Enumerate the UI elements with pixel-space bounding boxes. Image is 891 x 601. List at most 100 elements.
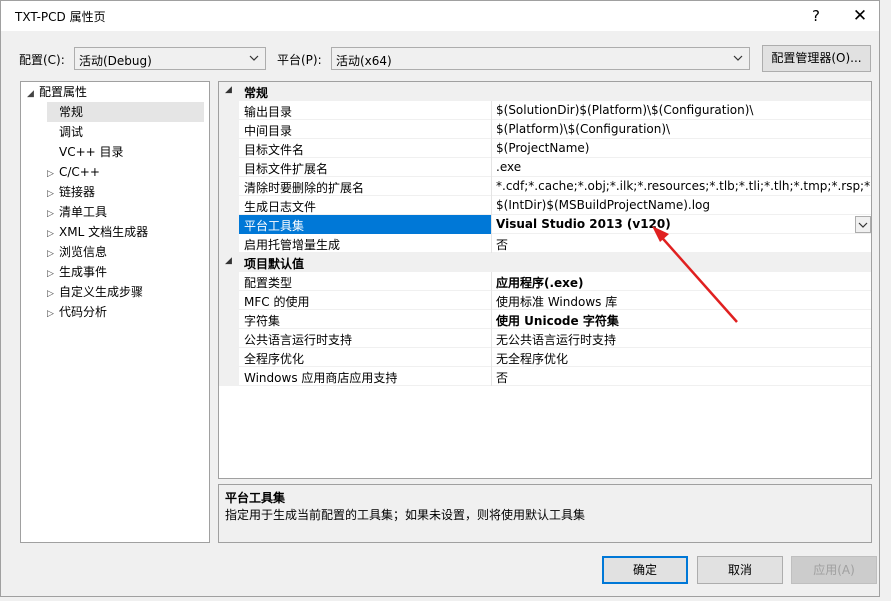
tree-item-code-analysis[interactable]: ▷ 代码分析 [47,302,107,322]
tree-item-label: 链接器 [59,185,96,199]
category-label: 常规 [244,86,269,100]
platform-label: 平台(P): [277,53,322,67]
tree-item-browse-information[interactable]: ▷ 浏览信息 [47,242,107,262]
platform-dropdown[interactable]: 活动(x64) [331,47,750,70]
property-value[interactable]: .exe [496,160,871,174]
category-label: 项目默认值 [244,257,305,271]
property-value[interactable]: 应用程序(.exe) [496,274,871,291]
property-row-character-set[interactable]: 字符集 使用 Unicode 字符集 [219,310,871,329]
property-row-managed-incremental-build[interactable]: 启用托管增量生成 否 [219,234,871,253]
tree-item-build-events[interactable]: ▷ 生成事件 [47,262,107,282]
property-name: 输出目录 [244,105,293,119]
configuration-dropdown[interactable]: 活动(Debug) [74,47,266,70]
tree-item-manifest-tool[interactable]: ▷ 清单工具 [47,202,107,222]
platform-value: 活动(x64) [336,54,392,68]
expand-arrow-icon[interactable]: ▷ [47,184,59,204]
close-button[interactable]: ✕ [845,4,875,28]
property-name: 配置类型 [244,276,293,290]
property-row-clr-support[interactable]: 公共语言运行时支持 无公共语言运行时支持 [219,329,871,348]
property-row-mfc-usage[interactable]: MFC 的使用 使用标准 Windows 库 [219,291,871,310]
property-row-whole-program-optimization[interactable]: 全程序优化 无全程序优化 [219,348,871,367]
expand-arrow-icon[interactable]: ▷ [47,204,59,224]
property-value[interactable]: Visual Studio 2013 (v120) [496,217,871,231]
tree-item-xml-doc-generator[interactable]: ▷ XML 文档生成器 [47,222,148,242]
property-name: Windows 应用商店应用支持 [244,371,398,385]
tree-item-custom-build-step[interactable]: ▷ 自定义生成步骤 [47,282,143,302]
property-value[interactable]: $(SolutionDir)$(Platform)\$(Configuratio… [496,103,871,117]
property-value[interactable]: 使用 Unicode 字符集 [496,312,871,329]
toolset-dropdown-button[interactable] [855,216,871,233]
property-value[interactable]: 否 [496,369,871,386]
collapse-arrow-icon[interactable]: ◢ [225,256,232,266]
tree-root-config-properties[interactable]: ◢ 配置属性 [27,82,87,102]
tree-item-debugging[interactable]: 调试 [47,122,83,142]
property-value[interactable]: 否 [496,236,871,253]
property-name: 全程序优化 [244,352,305,366]
ok-button[interactable]: 确定 [602,556,688,584]
tree-item-label: VC++ 目录 [59,145,124,159]
tree-item-general[interactable]: 常规 [47,102,204,122]
property-row-configuration-type[interactable]: 配置类型 应用程序(.exe) [219,272,871,291]
property-value[interactable]: 无全程序优化 [496,350,871,367]
property-row-clean-extensions[interactable]: 清除时要删除的扩展名 *.cdf;*.cache;*.obj;*.ilk;*.re… [219,177,871,196]
expand-arrow-icon[interactable]: ▷ [47,244,59,264]
tree-item-c-cpp[interactable]: ▷ C/C++ [47,162,100,182]
property-row-build-log-file[interactable]: 生成日志文件 $(IntDir)$(MSBuildProjectName).log [219,196,871,215]
collapse-arrow-icon[interactable]: ◢ [27,84,39,104]
property-row-target-name[interactable]: 目标文件名 $(ProjectName) [219,139,871,158]
window-title: TXT-PCD 属性页 [15,10,106,24]
property-value[interactable]: 无公共语言运行时支持 [496,331,871,348]
property-row-intermediate-directory[interactable]: 中间目录 $(Platform)\$(Configuration)\ [219,120,871,139]
configuration-value: 活动(Debug) [79,54,152,68]
property-name: 字符集 [244,314,281,328]
description-text: 指定用于生成当前配置的工具集；如果未设置，则将使用默认工具集 [225,508,586,522]
property-name: 目标文件名 [244,143,305,157]
tree-item-label: 调试 [59,125,84,139]
property-name: 生成日志文件 [244,200,317,214]
category-project-defaults[interactable]: ◢ 项目默认值 [219,253,871,272]
property-value[interactable]: *.cdf;*.cache;*.obj;*.ilk;*.resources;*.… [496,179,871,193]
property-row-platform-toolset[interactable]: 平台工具集 Visual Studio 2013 (v120) [219,215,871,234]
apply-button[interactable]: 应用(A) [791,556,877,584]
expand-arrow-icon[interactable]: ▷ [47,304,59,324]
chevron-down-icon [733,55,743,61]
property-name: 目标文件扩展名 [244,162,329,176]
property-value[interactable]: 使用标准 Windows 库 [496,293,871,310]
property-row-target-extension[interactable]: 目标文件扩展名 .exe [219,158,871,177]
tree-item-label: 清单工具 [59,205,108,219]
expand-arrow-icon[interactable]: ▷ [47,224,59,244]
tree-item-linker[interactable]: ▷ 链接器 [47,182,95,202]
tree-item-label: 浏览信息 [59,245,108,259]
property-name: MFC 的使用 [244,295,310,309]
help-button[interactable]: ? [801,4,831,28]
property-name: 启用托管增量生成 [244,238,341,252]
collapse-arrow-icon[interactable]: ◢ [225,85,232,95]
tree-item-label: C/C++ [59,165,100,179]
property-name: 中间目录 [244,124,293,138]
tree-item-label: 代码分析 [59,305,108,319]
configuration-manager-button[interactable]: 配置管理器(O)... [762,45,871,72]
property-value[interactable]: $(ProjectName) [496,141,871,155]
tree-item-label: 生成事件 [59,265,108,279]
chevron-down-icon [858,222,868,228]
property-value[interactable]: $(Platform)\$(Configuration)\ [496,122,871,136]
description-panel: 平台工具集 指定用于生成当前配置的工具集；如果未设置，则将使用默认工具集 [218,484,872,543]
tree-item-vc-directories[interactable]: VC++ 目录 [47,142,124,162]
title-bar: TXT-PCD 属性页 ? ✕ [1,1,879,31]
description-title: 平台工具集 [225,491,286,505]
property-name: 平台工具集 [244,219,305,233]
tree-item-label: 常规 [59,105,84,119]
expand-arrow-icon[interactable]: ▷ [47,284,59,304]
chevron-down-icon [249,55,259,61]
property-tree: ◢ 配置属性 常规 调试 VC++ 目录 ▷ C/C++ ▷ 链接器 ▷ 清单工具 ▷ X… [20,81,210,543]
property-row-windows-store-support[interactable]: Windows 应用商店应用支持 否 [219,367,871,386]
property-name: 公共语言运行时支持 [244,333,353,347]
expand-arrow-icon[interactable]: ▷ [47,164,59,184]
category-general[interactable]: ◢ 常规 [219,82,871,101]
property-value[interactable]: $(IntDir)$(MSBuildProjectName).log [496,198,871,212]
cancel-button[interactable]: 取消 [697,556,783,584]
property-row-output-directory[interactable]: 输出目录 $(SolutionDir)$(Platform)\$(Configur… [219,101,871,120]
property-name: 清除时要删除的扩展名 [244,181,365,195]
expand-arrow-icon[interactable]: ▷ [47,264,59,284]
configuration-label: 配置(C): [19,53,65,67]
